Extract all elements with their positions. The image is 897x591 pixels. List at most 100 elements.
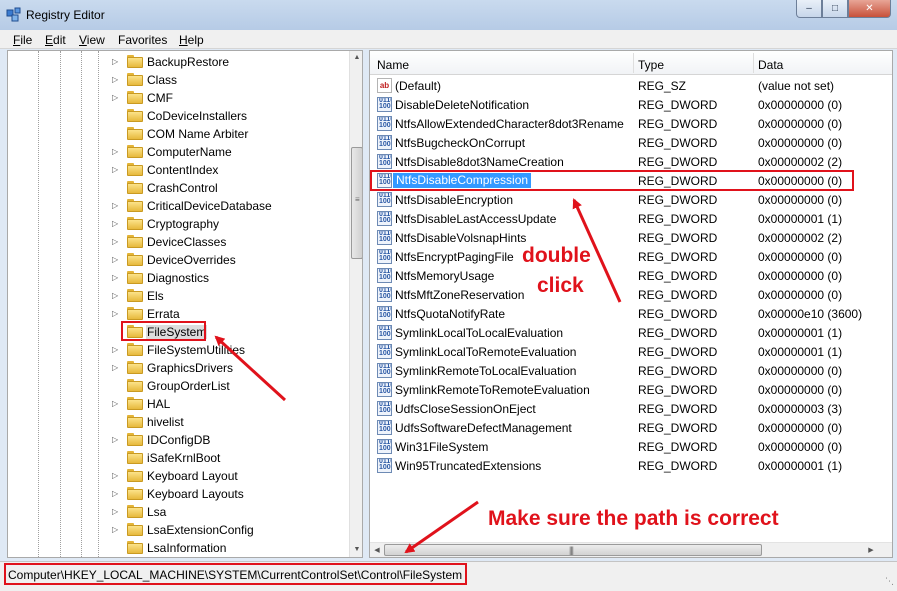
value-row[interactable]: 0110 1001NtfsQuotaNotifyRate REG_DWORD 0x0… xyxy=(370,304,892,323)
scroll-left-arrow-icon[interactable]: ◀ xyxy=(370,543,384,557)
expand-arrow-icon[interactable]: ▷ xyxy=(112,57,120,67)
column-divider[interactable] xyxy=(753,53,754,73)
value-row[interactable]: 0110 1001NtfsEncryptPagingFile REG_DWORD 0… xyxy=(370,247,892,266)
tree-item[interactable]: ▷ GraphicsDrivers xyxy=(8,359,348,377)
value-row[interactable]: 0110 1001NtfsMemoryUsage REG_DWORD 0x00000… xyxy=(370,266,892,285)
menu-favorites[interactable]: Favorites xyxy=(118,33,167,47)
column-divider[interactable] xyxy=(633,53,634,73)
tree-item[interactable]: ▷ Cryptography xyxy=(8,215,348,233)
expand-arrow-icon[interactable]: ▷ xyxy=(112,147,120,157)
tree-item[interactable]: ▷ Els xyxy=(8,287,348,305)
tree-item-label: BackupRestore xyxy=(147,55,230,69)
value-row[interactable]: 0110 1001SymlinkLocalToLocalEvaluation RE… xyxy=(370,323,892,342)
tree-item[interactable]: ▷ FileSystemUtilities xyxy=(8,341,348,359)
value-type: REG_DWORD xyxy=(638,117,718,131)
column-header-type[interactable]: Type xyxy=(638,58,664,72)
scroll-up-arrow-icon[interactable]: ▲ xyxy=(350,51,362,65)
value-row[interactable]: 0110 1001NtfsMftZoneReservation REG_DWORD… xyxy=(370,285,892,304)
column-header-name[interactable]: Name xyxy=(377,58,409,72)
expand-arrow-icon[interactable]: ▷ xyxy=(112,165,120,175)
tree-item[interactable]: LsaInformation xyxy=(8,539,348,557)
value-type: REG_DWORD xyxy=(638,250,718,264)
list-horizontal-scrollbar[interactable]: ◀ ||| ▶ xyxy=(370,542,892,557)
tree-item[interactable]: hivelist xyxy=(8,413,348,431)
scroll-down-arrow-icon[interactable]: ▼ xyxy=(350,543,362,557)
tree-item[interactable]: ▷ Keyboard Layout xyxy=(8,467,348,485)
tree-scroll-thumb[interactable]: ≡ xyxy=(351,147,362,259)
tree-item[interactable]: FileSystem xyxy=(8,323,348,341)
expand-arrow-icon[interactable]: ▷ xyxy=(112,291,120,301)
tree-item[interactable]: ▷ IDConfigDB xyxy=(8,431,348,449)
binary-value-icon: 0110 1001 xyxy=(377,420,392,435)
tree-item[interactable]: CoDeviceInstallers xyxy=(8,107,348,125)
value-row[interactable]: 0110 1001DisableDeleteNotification REG_DW… xyxy=(370,95,892,114)
binary-value-icon: 0110 1001 xyxy=(377,382,392,397)
value-row[interactable]: 0110 1001NtfsAllowExtendedCharacter8dot3… xyxy=(370,114,892,133)
tree-item[interactable]: GroupOrderList xyxy=(8,377,348,395)
expand-arrow-icon[interactable]: ▷ xyxy=(112,255,120,265)
expand-arrow-icon[interactable]: ▷ xyxy=(112,489,120,499)
tree-item[interactable]: ▷ DeviceClasses xyxy=(8,233,348,251)
value-row[interactable]: 0110 1001Win31FileSystem REG_DWORD 0x00000… xyxy=(370,437,892,456)
expand-arrow-icon[interactable]: ▷ xyxy=(112,309,120,319)
value-row[interactable]: 0110 1001NtfsDisableCompression REG_DWORD… xyxy=(370,171,892,190)
value-row[interactable]: 0110 1001NtfsDisableVolsnapHints REG_DWOR… xyxy=(370,228,892,247)
maximize-button[interactable]: □ xyxy=(822,0,848,18)
value-row[interactable]: ab (Default) REG_SZ (value not set) xyxy=(370,76,892,95)
tree-item[interactable]: iSafeKrnlBoot xyxy=(8,449,348,467)
value-row[interactable]: 0110 1001NtfsDisableLastAccessUpdate REG_… xyxy=(370,209,892,228)
menu-help[interactable]: Help xyxy=(179,33,204,47)
expand-arrow-icon[interactable]: ▷ xyxy=(112,237,120,247)
tree-item[interactable]: ▷ Lsa xyxy=(8,503,348,521)
tree-item[interactable]: ▷ CMF xyxy=(8,89,348,107)
scroll-right-arrow-icon[interactable]: ▶ xyxy=(864,543,878,557)
tree-item[interactable]: CrashControl xyxy=(8,179,348,197)
tree-item[interactable]: ▷ CriticalDeviceDatabase xyxy=(8,197,348,215)
registry-values-list[interactable]: Name Type Data ab (Default) REG_SZ (value n… xyxy=(369,50,893,558)
tree-item[interactable]: ▷ Keyboard Layouts xyxy=(8,485,348,503)
expand-arrow-icon[interactable]: ▷ xyxy=(112,507,120,517)
value-row[interactable]: 0110 1001UdfsSoftwareDefectManagement REG… xyxy=(370,418,892,437)
title-bar[interactable]: Registry Editor – □ ✕ xyxy=(0,0,897,30)
value-row[interactable]: 0110 1001SymlinkRemoteToRemoteEvaluation… xyxy=(370,380,892,399)
expand-arrow-icon[interactable]: ▷ xyxy=(112,435,120,445)
menu-file[interactable]: File xyxy=(13,33,32,47)
value-row[interactable]: 0110 1001UdfsCloseSessionOnEject REG_DWOR… xyxy=(370,399,892,418)
tree-item[interactable]: ▷ ComputerName xyxy=(8,143,348,161)
tree-item[interactable]: ▷ DeviceOverrides xyxy=(8,251,348,269)
registry-key-tree[interactable]: ▷ BackupRestore ▷ Class ▷ CMF CoDeviceInstalle… xyxy=(7,50,363,558)
close-button[interactable]: ✕ xyxy=(848,0,891,18)
tree-item[interactable]: ▷ HAL xyxy=(8,395,348,413)
list-scroll-thumb[interactable]: ||| xyxy=(384,544,762,556)
resize-grip-icon[interactable]: ⋱ xyxy=(885,576,894,587)
expand-arrow-icon[interactable]: ▷ xyxy=(112,93,120,103)
expand-arrow-icon[interactable]: ▷ xyxy=(112,363,120,373)
value-row[interactable]: 0110 1001Win95TruncatedExtensions REG_DWO… xyxy=(370,456,892,475)
expand-arrow-icon[interactable]: ▷ xyxy=(112,75,120,85)
expand-arrow-icon[interactable]: ▷ xyxy=(112,399,120,409)
tree-item[interactable]: ▷ Errata xyxy=(8,305,348,323)
menu-edit[interactable]: Edit xyxy=(45,33,66,47)
value-row[interactable]: 0110 1001NtfsDisable8dot3NameCreation REG… xyxy=(370,152,892,171)
value-row[interactable]: 0110 1001NtfsBugcheckOnCorrupt REG_DWORD 0… xyxy=(370,133,892,152)
expand-arrow-icon[interactable]: ▷ xyxy=(112,201,120,211)
value-row[interactable]: 0110 1001NtfsDisableEncryption REG_DWORD 0… xyxy=(370,190,892,209)
tree-item[interactable]: ▷ LsaExtensionConfig xyxy=(8,521,348,539)
expand-arrow-icon[interactable]: ▷ xyxy=(112,273,120,283)
menu-view[interactable]: View xyxy=(79,33,105,47)
tree-item[interactable]: ▷ ContentIndex xyxy=(8,161,348,179)
value-row[interactable]: 0110 1001SymlinkRemoteToLocalEvaluation R… xyxy=(370,361,892,380)
expand-arrow-icon[interactable]: ▷ xyxy=(112,345,120,355)
expand-arrow-icon[interactable]: ▷ xyxy=(112,525,120,535)
minimize-button[interactable]: – xyxy=(796,0,822,18)
tree-item[interactable]: ▷ BackupRestore xyxy=(8,53,348,71)
tree-vertical-scrollbar[interactable]: ▲ ≡ ▼ xyxy=(349,51,362,557)
expand-arrow-icon[interactable]: ▷ xyxy=(112,219,120,229)
tree-item[interactable]: ▷ Class xyxy=(8,71,348,89)
column-header-data[interactable]: Data xyxy=(758,58,783,72)
tree-item[interactable]: COM Name Arbiter xyxy=(8,125,348,143)
value-row[interactable]: 0110 1001SymlinkLocalToRemoteEvaluation R… xyxy=(370,342,892,361)
expand-arrow-icon[interactable]: ▷ xyxy=(112,471,120,481)
grip-icon: ≡ xyxy=(355,195,360,204)
tree-item[interactable]: ▷ Diagnostics xyxy=(8,269,348,287)
